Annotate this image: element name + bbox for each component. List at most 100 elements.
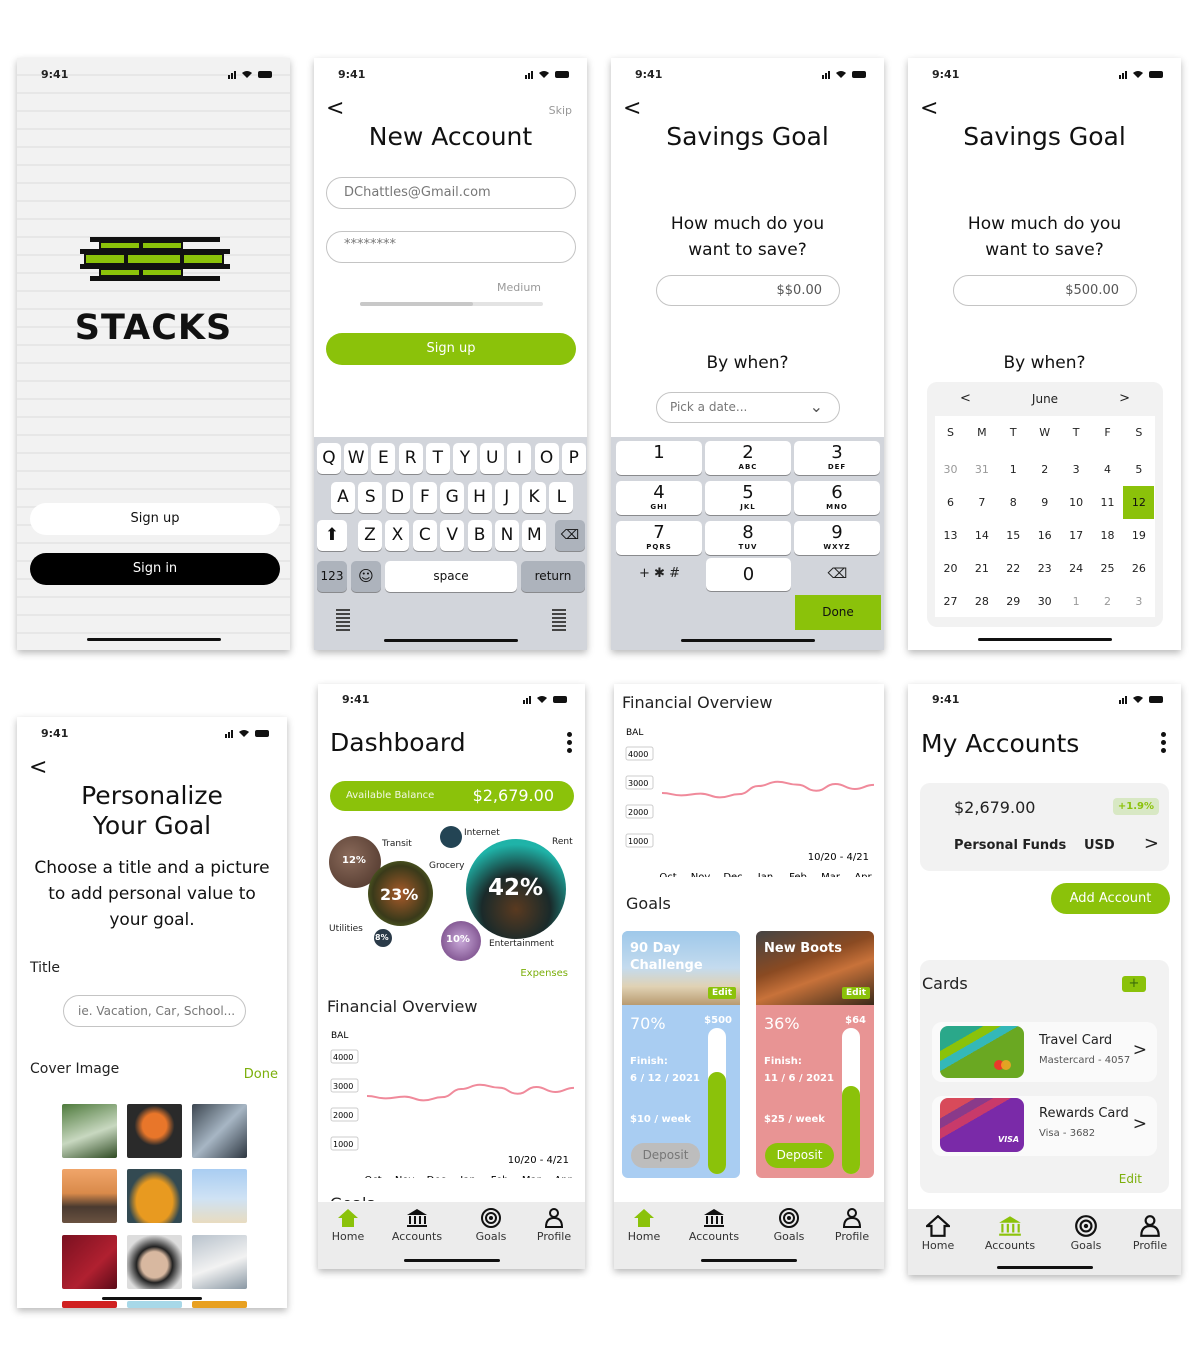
calendar-day[interactable]: 7 xyxy=(966,486,997,519)
numpad-key-9[interactable]: 9 WXYZ xyxy=(794,521,880,555)
calendar-day[interactable]: 19 xyxy=(1123,519,1154,552)
calendar-day[interactable]: 22 xyxy=(998,552,1029,585)
calendar-day[interactable]: 30 xyxy=(935,453,966,486)
password-field[interactable]: ******** xyxy=(326,231,576,263)
calendar-day[interactable]: 17 xyxy=(1061,519,1092,552)
amount-field[interactable]: $$0.00 xyxy=(656,275,840,306)
backspace-key[interactable]: ⌫ xyxy=(795,566,880,582)
key-b[interactable]: B xyxy=(467,520,492,551)
cover-image-waterfall[interactable] xyxy=(62,1104,117,1158)
key-p[interactable]: P xyxy=(561,443,586,474)
calendar-day[interactable]: 8 xyxy=(998,486,1029,519)
calendar-day[interactable]: 11 xyxy=(1092,486,1123,519)
key-l[interactable]: L xyxy=(549,482,574,513)
cover-image-beach[interactable] xyxy=(192,1169,247,1223)
calendar-day[interactable]: 21 xyxy=(966,552,997,585)
calendar-day[interactable]: 10 xyxy=(1061,486,1092,519)
calendar-day[interactable]: 3 xyxy=(1061,453,1092,486)
skip-link[interactable]: Skip xyxy=(549,104,572,117)
nav-accounts[interactable]: Accounts xyxy=(684,1208,744,1243)
key-k[interactable]: K xyxy=(522,482,547,513)
edit-goal-button[interactable]: Edit xyxy=(708,987,736,999)
nav-profile[interactable]: Profile xyxy=(524,1208,584,1243)
amount-field[interactable]: $500.00 xyxy=(953,275,1137,306)
calendar-day[interactable]: 1 xyxy=(1061,585,1092,618)
calendar-day[interactable]: 25 xyxy=(1092,552,1123,585)
edit-goal-button[interactable]: Edit xyxy=(842,987,870,999)
back-chevron-icon[interactable]: < xyxy=(920,96,938,121)
date-picker-field[interactable]: Pick a date... ⌄ xyxy=(656,392,840,423)
calendar-day[interactable]: 1 xyxy=(998,453,1029,486)
cover-image-orange[interactable] xyxy=(192,1301,247,1308)
calendar-day[interactable]: 14 xyxy=(966,519,997,552)
nav-goals[interactable]: Goals xyxy=(461,1208,521,1243)
expenses-link[interactable]: Expenses xyxy=(520,968,568,979)
sign-up-button[interactable]: Sign up xyxy=(30,503,280,535)
goal-card[interactable]: New Boots Edit 36% $64 Finish: 11 / 6 / … xyxy=(756,931,874,1178)
nav-home[interactable]: Home xyxy=(614,1208,674,1243)
calendar-day[interactable]: 24 xyxy=(1061,552,1092,585)
key-o[interactable]: O xyxy=(534,443,559,474)
nav-profile[interactable]: Profile xyxy=(1120,1215,1180,1252)
cover-image-road[interactable] xyxy=(62,1169,117,1223)
key-m[interactable]: M xyxy=(522,520,547,551)
calendar-day[interactable]: 23 xyxy=(1029,552,1060,585)
account-card[interactable]: $2,679.00 +1.9% Personal Funds USD > xyxy=(920,783,1169,871)
key-i[interactable]: I xyxy=(507,443,532,474)
calendar-day[interactable]: 26 xyxy=(1123,552,1154,585)
calendar-day[interactable]: 2 xyxy=(1092,585,1123,618)
calendar-day[interactable]: 29 xyxy=(998,585,1029,618)
key-c[interactable]: C xyxy=(412,520,437,551)
card-row-rewards[interactable]: VISA Rewards Card Visa - 3682 > xyxy=(932,1096,1157,1156)
key-e[interactable]: E xyxy=(371,443,396,474)
key-d[interactable]: D xyxy=(385,482,410,513)
more-options-icon[interactable] xyxy=(1161,732,1167,756)
sign-in-button[interactable]: Sign in xyxy=(30,553,280,585)
calendar-day[interactable]: 9 xyxy=(1029,486,1060,519)
calendar-day[interactable]: 13 xyxy=(935,519,966,552)
numpad-key-5[interactable]: 5 JKL xyxy=(705,481,791,515)
nav-home[interactable]: Home xyxy=(908,1215,968,1252)
title-input[interactable]: ie. Vacation, Car, School... xyxy=(63,995,246,1027)
more-options-icon[interactable] xyxy=(567,732,573,756)
calendar-day[interactable]: 28 xyxy=(966,585,997,618)
nav-accounts[interactable]: Accounts xyxy=(980,1215,1040,1252)
zero-key[interactable]: 0 xyxy=(706,558,791,591)
back-chevron-icon[interactable]: < xyxy=(29,755,47,780)
key-v[interactable]: V xyxy=(440,520,465,551)
dictation-icon[interactable] xyxy=(336,609,350,631)
nav-goals[interactable]: Goals xyxy=(759,1208,819,1243)
return-key[interactable]: return xyxy=(521,561,585,592)
numbers-key[interactable]: 123 xyxy=(317,561,347,592)
key-w[interactable]: W xyxy=(344,443,369,474)
numpad-key-3[interactable]: 3 DEF xyxy=(794,441,880,475)
cover-image-parrot[interactable] xyxy=(127,1104,182,1158)
nav-goals[interactable]: Goals xyxy=(1056,1215,1116,1252)
backspace-key[interactable]: ⌫ xyxy=(555,520,585,551)
key-y[interactable]: Y xyxy=(453,443,477,474)
key-x[interactable]: X xyxy=(385,520,410,551)
calendar-day[interactable]: 31 xyxy=(966,453,997,486)
email-field[interactable]: DChattles@Gmail.com xyxy=(326,177,576,209)
nav-accounts[interactable]: Accounts xyxy=(387,1208,447,1243)
key-s[interactable]: S xyxy=(358,482,383,513)
key-u[interactable]: U xyxy=(480,443,505,474)
back-chevron-icon[interactable]: < xyxy=(623,96,641,121)
key-q[interactable]: Q xyxy=(317,443,341,474)
globe-icon[interactable] xyxy=(552,609,566,631)
goal-card[interactable]: 90 Day Challenge Edit 70% $500 Finish: 6… xyxy=(622,931,740,1178)
calendar-day[interactable]: 2 xyxy=(1029,453,1060,486)
cover-image-buildings[interactable] xyxy=(192,1104,247,1158)
nav-home[interactable]: Home xyxy=(318,1208,378,1243)
calendar-day[interactable]: 15 xyxy=(998,519,1029,552)
done-button[interactable]: Done xyxy=(795,595,881,630)
numpad-key-6[interactable]: 6 MNO xyxy=(794,481,880,515)
symbols-key[interactable]: + ✱ # xyxy=(616,566,703,581)
next-month-button[interactable]: > xyxy=(1119,391,1130,406)
cover-image-blue[interactable] xyxy=(127,1301,182,1308)
cover-image-graduate[interactable] xyxy=(127,1235,182,1289)
add-account-button[interactable]: Add Account xyxy=(1051,883,1170,914)
key-z[interactable]: Z xyxy=(358,520,382,551)
key-h[interactable]: H xyxy=(467,482,492,513)
calendar-day[interactable]: 4 xyxy=(1092,453,1123,486)
